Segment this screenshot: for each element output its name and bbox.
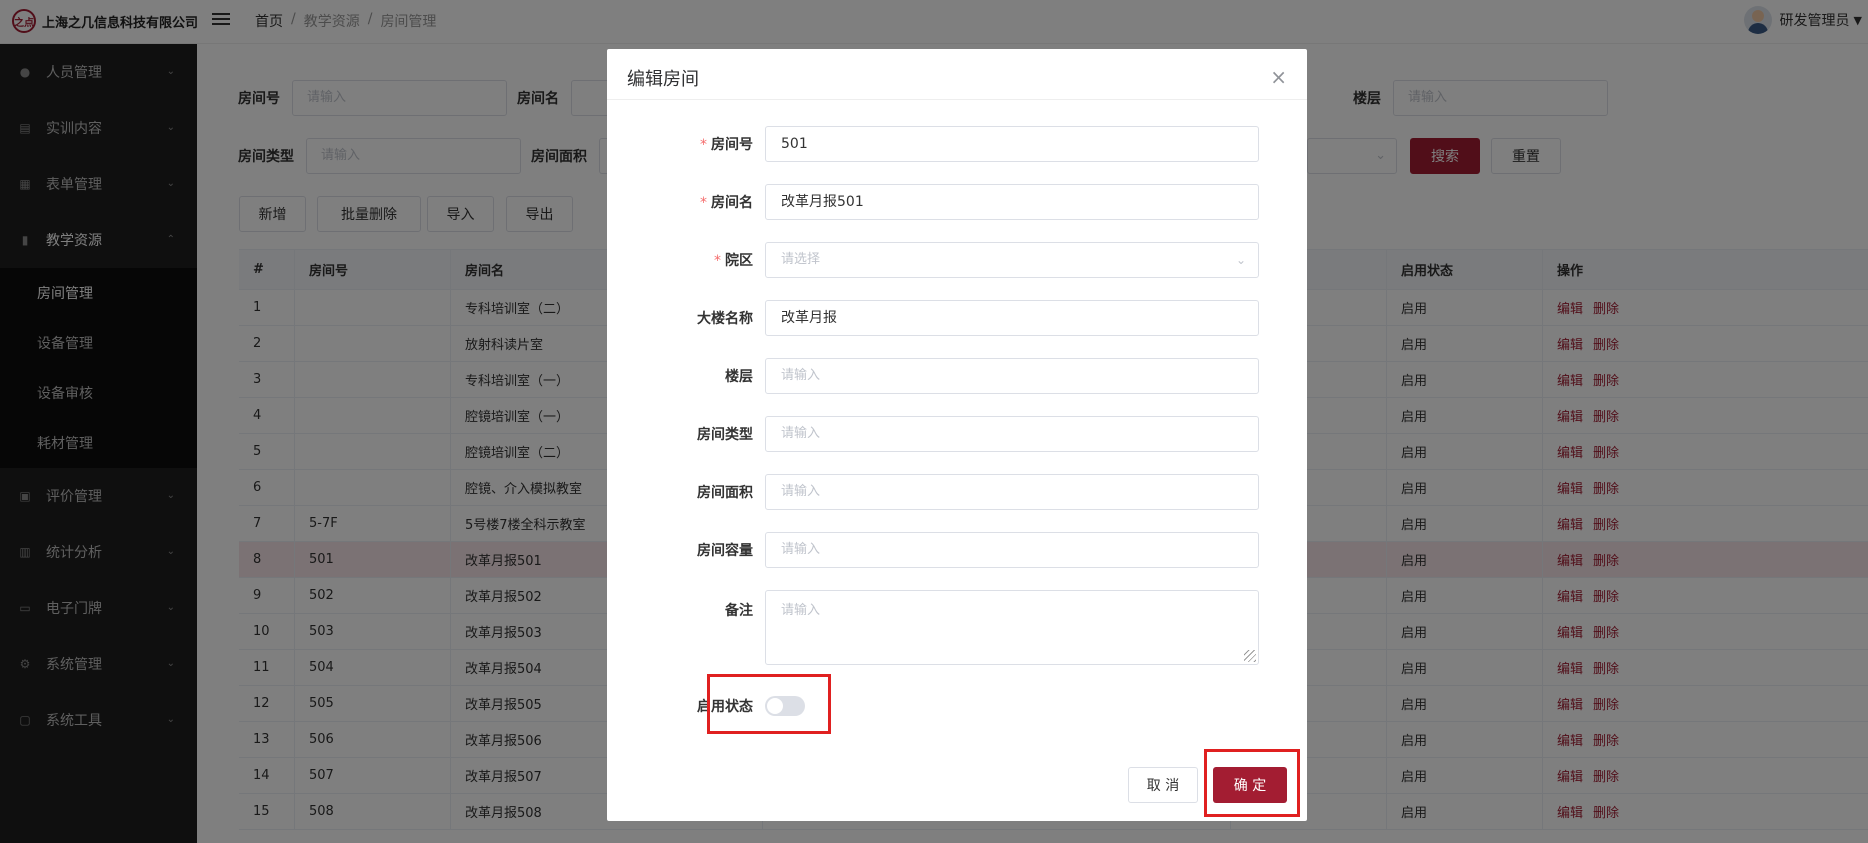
form-item-floor: 楼层 请输入 [607,358,1307,394]
form-label: 楼层 [725,369,753,385]
form-label: 房间类型 [697,427,753,443]
floor-field[interactable]: 请输入 [765,358,1259,394]
form-label: 备注 [725,603,753,619]
required-mark: * [714,253,721,269]
close-icon[interactable]: × [1270,67,1287,87]
form-item-capacity: 房间容量 请输入 [607,532,1307,568]
form-label: 房间容量 [697,543,753,559]
cancel-button[interactable]: 取 消 [1128,767,1198,803]
campus-select[interactable]: 请选择 ⌄ [765,242,1259,278]
form-label: 房间面积 [697,485,753,501]
room-capacity-field[interactable]: 请输入 [765,532,1259,568]
room-no-field[interactable]: 501 [765,126,1259,162]
highlight-box [1204,749,1300,817]
form-item-type: 房间类型 请输入 [607,416,1307,452]
chevron-down-icon: ⌄ [1235,253,1246,267]
form-label: * 院区 [607,250,765,270]
form-label: * 房间号 [607,134,765,154]
form-item-campus: * 院区 请选择 ⌄ [607,242,1307,278]
campus-select-placeholder: 请选择 [781,252,821,267]
room-area-field[interactable]: 请输入 [765,474,1259,510]
form-item-remark: 备注 请输入 [607,590,1307,665]
resize-handle-icon[interactable] [1244,650,1256,662]
room-name-field[interactable]: 改革月报501 [765,184,1259,220]
dialog-title: 编辑房间 [627,69,699,90]
form-item-room-name: * 房间名 改革月报501 [607,184,1307,220]
form-item-area: 房间面积 请输入 [607,474,1307,510]
building-field[interactable]: 改革月报 [765,300,1259,336]
dialog-divider [607,99,1307,100]
remark-placeholder: 请输入 [781,603,821,618]
required-mark: * [700,195,707,211]
required-mark: * [700,137,707,153]
form-label-text: 房间号 [711,137,753,153]
form-label: * 房间名 [607,192,765,212]
room-type-field[interactable]: 请输入 [765,416,1259,452]
form-item-room-no: * 房间号 501 [607,126,1307,162]
form-label-text: 院区 [725,253,753,269]
edit-room-dialog: 编辑房间 × * 房间号 501 * 房间名 改革月报501 * 院区 请选择 ⌄ 大楼… [607,49,1307,821]
highlight-box [707,674,831,734]
form-label-text: 房间名 [711,195,753,211]
remark-textarea[interactable]: 请输入 [765,590,1259,665]
form-label: 大楼名称 [697,311,753,327]
form-item-building: 大楼名称 改革月报 [607,300,1307,336]
